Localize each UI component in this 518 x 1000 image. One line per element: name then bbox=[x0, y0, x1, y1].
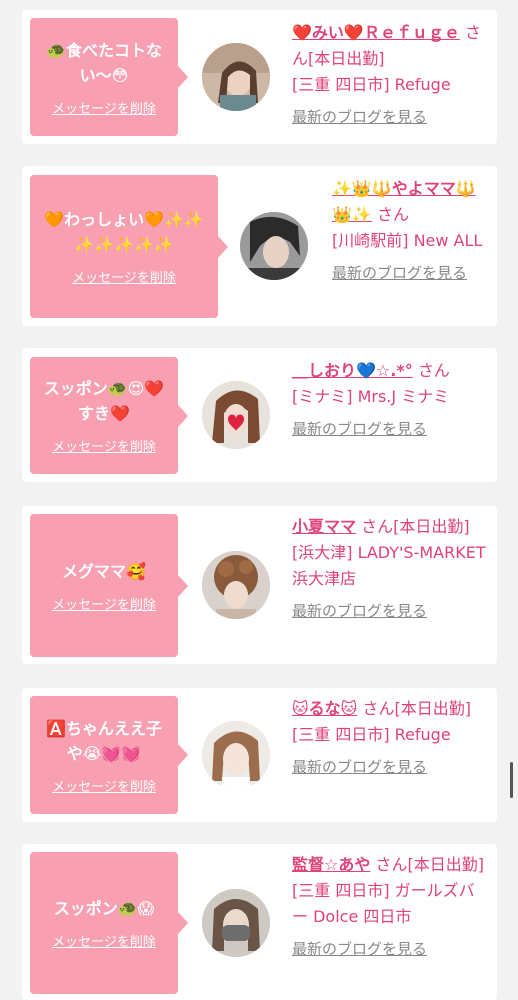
message-bubble: 🅰️ちゃんええ子や😭💓💓 メッセージを削除 bbox=[30, 696, 188, 814]
message-card: 🅰️ちゃんええ子や😭💓💓 メッセージを削除 🐱るな🐱 さん[本日出勤] [三重 … bbox=[22, 688, 497, 822]
shop-name: [三重 四日市] ガールズバー Dolce 四日市 bbox=[292, 881, 475, 926]
message-text: スッポン🐢😍❤️すき❤️ bbox=[43, 379, 165, 423]
sender-name-link[interactable]: ❤️みい❤️Ｒｅｆｕｇｅ bbox=[292, 23, 460, 42]
message-bubble: 🐢食べたコトない〜😳 メッセージを削除 bbox=[30, 18, 188, 136]
message-text: メグママ🥰 bbox=[62, 561, 146, 581]
delete-message-link[interactable]: メッセージを削除 bbox=[52, 436, 156, 455]
shop-name: [川崎駅前] New ALL bbox=[332, 231, 483, 250]
avatar[interactable] bbox=[202, 551, 270, 619]
latest-blog-link[interactable]: 最新のブログを見る bbox=[292, 936, 427, 962]
latest-blog-link[interactable]: 最新のブログを見る bbox=[292, 416, 427, 442]
attendance-status: [本日出勤] bbox=[394, 699, 471, 718]
message-card: メグママ🥰 メッセージを削除 小夏ママ さん[本日出勤] [浜大津] LADY'… bbox=[22, 506, 497, 664]
message-text: スッポン🐢😱 bbox=[53, 899, 155, 918]
message-text: 🧡わっしょい🧡✨✨✨✨✨✨✨ bbox=[44, 210, 204, 254]
honorific: さん bbox=[361, 517, 394, 536]
message-feed: 🐢食べたコトない〜😳 メッセージを削除 ❤️みい❤️Ｒｅｆｕｇｅ さん[本日出勤… bbox=[0, 0, 518, 1000]
sender-name-link[interactable]: 🐱るな🐱 bbox=[292, 699, 357, 718]
message-card: スッポン🐢😍❤️すき❤️ メッセージを削除 ＿しおり💙☆.*° さん [ミナミ]… bbox=[22, 348, 497, 482]
message-bubble: メグママ🥰 メッセージを削除 bbox=[30, 514, 188, 657]
delete-message-link[interactable]: メッセージを削除 bbox=[52, 594, 156, 613]
shop-name: [三重 四日市] Refuge bbox=[292, 75, 451, 94]
latest-blog-link[interactable]: 最新のブログを見る bbox=[332, 260, 467, 286]
message-bubble: スッポン🐢😍❤️すき❤️ メッセージを削除 bbox=[30, 357, 188, 474]
sender-info: 小夏ママ さん[本日出勤] [浜大津] LADY'S-MARKET 浜大津店 最… bbox=[292, 514, 487, 624]
message-bubble: スッポン🐢😱 メッセージを削除 bbox=[30, 852, 188, 994]
sender-info: ❤️みい❤️Ｒｅｆｕｇｅ さん[本日出勤] [三重 四日市] Refuge 最新… bbox=[292, 20, 487, 130]
sender-info: ＿しおり💙☆.*° さん [ミナミ] Mrs.J ミナミ 最新のブログを見る bbox=[292, 358, 487, 442]
message-text: 🐢食べたコトない〜😳 bbox=[46, 40, 162, 85]
avatar[interactable] bbox=[202, 889, 270, 957]
latest-blog-link[interactable]: 最新のブログを見る bbox=[292, 598, 427, 624]
attendance-status: [本日出勤] bbox=[407, 855, 484, 874]
avatar[interactable] bbox=[240, 212, 308, 280]
sender-info: 🐱るな🐱 さん[本日出勤] [三重 四日市] Refuge 最新のブログを見る bbox=[292, 696, 487, 780]
attendance-status: [本日出勤] bbox=[393, 517, 470, 536]
avatar[interactable] bbox=[202, 43, 270, 111]
delete-message-link[interactable]: メッセージを削除 bbox=[72, 267, 176, 286]
honorific: さん bbox=[417, 361, 450, 380]
scrollbar[interactable] bbox=[510, 762, 513, 798]
message-card: 🧡わっしょい🧡✨✨✨✨✨✨✨ メッセージを削除 ✨👑🔱やよママ🔱👑✨ さん [川… bbox=[22, 166, 497, 326]
sender-name-link[interactable]: 監督☆あや bbox=[292, 855, 370, 874]
honorific: さん bbox=[362, 699, 395, 718]
latest-blog-link[interactable]: 最新のブログを見る bbox=[292, 754, 427, 780]
honorific: さん bbox=[375, 855, 408, 874]
delete-message-link[interactable]: メッセージを削除 bbox=[52, 98, 156, 117]
sender-name-link[interactable]: ＿しおり💙☆.*° bbox=[292, 361, 413, 380]
delete-message-link[interactable]: メッセージを削除 bbox=[52, 776, 156, 795]
message-card: スッポン🐢😱 メッセージを削除 監督☆あや さん[本日出勤] [三重 四日市] … bbox=[22, 844, 497, 1000]
avatar[interactable] bbox=[202, 721, 270, 789]
avatar[interactable] bbox=[202, 381, 270, 449]
shop-name: [ミナミ] Mrs.J ミナミ bbox=[292, 387, 450, 406]
latest-blog-link[interactable]: 最新のブログを見る bbox=[292, 104, 427, 130]
sender-info: 監督☆あや さん[本日出勤] [三重 四日市] ガールズバー Dolce 四日市… bbox=[292, 852, 487, 962]
sender-info: ✨👑🔱やよママ🔱👑✨ さん [川崎駅前] New ALL 最新のブログを見る bbox=[332, 176, 487, 286]
message-text: 🅰️ちゃんええ子や😭💓💓 bbox=[46, 718, 162, 763]
message-bubble: 🧡わっしょい🧡✨✨✨✨✨✨✨ メッセージを削除 bbox=[30, 175, 228, 318]
attendance-status: [本日出勤] bbox=[308, 49, 385, 68]
message-card: 🐢食べたコトない〜😳 メッセージを削除 ❤️みい❤️Ｒｅｆｕｇｅ さん[本日出勤… bbox=[22, 10, 497, 144]
shop-name: [三重 四日市] Refuge bbox=[292, 725, 451, 744]
honorific: さん bbox=[376, 205, 409, 224]
sender-name-link[interactable]: 小夏ママ bbox=[292, 517, 356, 536]
delete-message-link[interactable]: メッセージを削除 bbox=[52, 931, 156, 950]
shop-name: [浜大津] LADY'S-MARKET 浜大津店 bbox=[292, 543, 486, 588]
